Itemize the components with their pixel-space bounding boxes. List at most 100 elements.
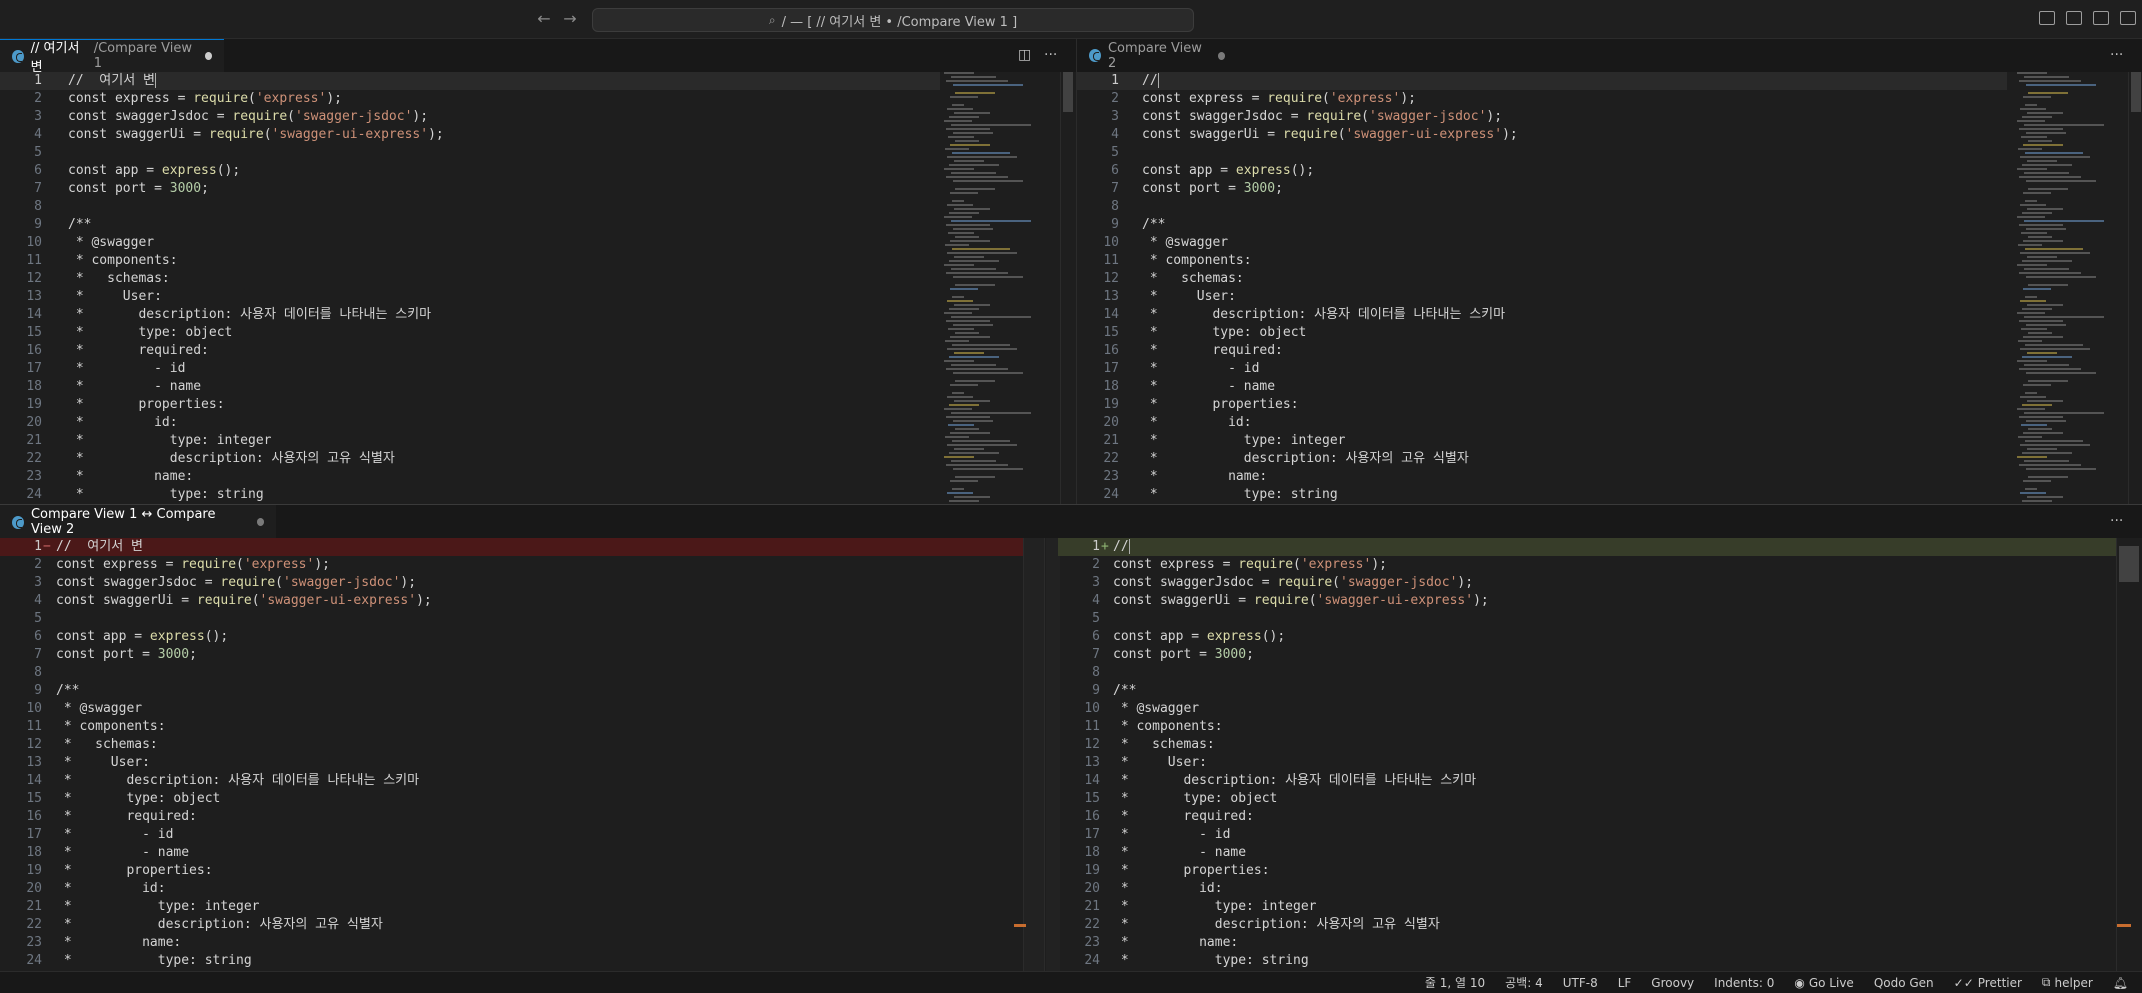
code-line[interactable]: 13 * User: bbox=[1077, 288, 2007, 306]
code-line[interactable]: 16 * required: bbox=[0, 342, 940, 360]
code-line[interactable]: 9 /** bbox=[1058, 682, 2118, 700]
code-line[interactable]: 13 * User: bbox=[1058, 754, 2118, 772]
code-line[interactable]: 7 const port = 3000; bbox=[1058, 646, 2118, 664]
code-editor[interactable]: 1 // 2 const express = require('express'); 3… bbox=[1077, 72, 2007, 504]
code-line[interactable]: 8 bbox=[0, 664, 1023, 682]
more-actions-icon[interactable]: ··· bbox=[2110, 513, 2123, 529]
code-line[interactable]: 10 * @swagger bbox=[1077, 234, 2007, 252]
code-line[interactable]: 21 * type: integer bbox=[0, 898, 1023, 916]
code-line[interactable]: 1 + // bbox=[1058, 538, 2118, 556]
code-line[interactable]: 16 * required: bbox=[1077, 342, 2007, 360]
code-line[interactable]: 11 * components: bbox=[1077, 252, 2007, 270]
code-line[interactable]: 16 * required: bbox=[1058, 808, 2118, 826]
code-line[interactable]: 16 * required: bbox=[0, 808, 1023, 826]
code-line[interactable]: 24 * type: string bbox=[1077, 486, 2007, 504]
code-line[interactable]: 1 // bbox=[1077, 72, 2007, 90]
language-mode[interactable]: Groovy bbox=[1651, 976, 1694, 990]
code-line[interactable]: 15 * type: object bbox=[1077, 324, 2007, 342]
code-line[interactable]: 23 * name: bbox=[1058, 934, 2118, 952]
code-line[interactable]: 3 const swaggerJsdoc = require('swagger-j… bbox=[0, 574, 1023, 592]
more-actions-icon[interactable]: ··· bbox=[2110, 47, 2123, 63]
code-line[interactable]: 21 * type: integer bbox=[1058, 898, 2118, 916]
minimap[interactable] bbox=[2017, 72, 2129, 504]
code-line[interactable]: 7 const port = 3000; bbox=[0, 180, 940, 198]
code-line[interactable]: 14 * description: 사용자 데이터를 나타내는 스키마 bbox=[1058, 772, 2118, 790]
end-of-line[interactable]: LF bbox=[1618, 976, 1632, 990]
command-center[interactable]: ⌕ / — [ // 여기서 변 • /Compare View 1 ] bbox=[592, 8, 1194, 32]
scrollbar-thumb[interactable] bbox=[2131, 72, 2141, 112]
code-line[interactable]: 18 * - name bbox=[0, 378, 940, 396]
code-line[interactable]: 11 * components: bbox=[1058, 718, 2118, 736]
code-line[interactable]: 5 bbox=[1077, 144, 2007, 162]
code-line[interactable]: 20 * id: bbox=[0, 880, 1023, 898]
code-line[interactable]: 10 * @swagger bbox=[1058, 700, 2118, 718]
code-line[interactable]: 19 * properties: bbox=[1077, 396, 2007, 414]
code-line[interactable]: 6 const app = express(); bbox=[0, 628, 1023, 646]
code-line[interactable]: 4 const swaggerUi = require('swagger-ui-e… bbox=[0, 592, 1023, 610]
code-line[interactable]: 15 * type: object bbox=[1058, 790, 2118, 808]
code-line[interactable]: 15 * type: object bbox=[0, 790, 1023, 808]
diff-modified-editor[interactable]: 1 + // 2 const express = require('express');… bbox=[1058, 538, 2118, 970]
code-line[interactable]: 7 const port = 3000; bbox=[1077, 180, 2007, 198]
back-arrow-icon[interactable]: ← bbox=[534, 9, 554, 29]
code-line[interactable]: 19 * properties: bbox=[1058, 862, 2118, 880]
qodo-gen-button[interactable]: Qodo Gen bbox=[1874, 976, 1934, 990]
unsaved-dot-icon[interactable] bbox=[1217, 51, 1225, 60]
code-line[interactable]: 9 /** bbox=[0, 682, 1023, 700]
code-line[interactable]: 22 * description: 사용자의 고유 식별자 bbox=[0, 450, 940, 468]
code-line[interactable]: 17 * - id bbox=[0, 826, 1023, 844]
code-line[interactable]: 11 * components: bbox=[0, 718, 1023, 736]
forward-arrow-icon[interactable]: → bbox=[560, 9, 580, 29]
code-line[interactable]: 20 * id: bbox=[1058, 880, 2118, 898]
unsaved-dot-icon[interactable] bbox=[204, 52, 212, 60]
toggle-primary-sidebar-icon[interactable] bbox=[2039, 11, 2055, 25]
code-line[interactable]: 22 * description: 사용자의 고유 식별자 bbox=[1058, 916, 2118, 934]
split-editor-icon[interactable]: ◫ bbox=[1018, 47, 1031, 63]
code-line[interactable]: 7 const port = 3000; bbox=[0, 646, 1023, 664]
code-line[interactable]: 12 * schemas: bbox=[1077, 270, 2007, 288]
code-line[interactable]: 8 bbox=[1077, 198, 2007, 216]
code-line[interactable]: 14 * description: 사용자 데이터를 나타내는 스키마 bbox=[1077, 306, 2007, 324]
code-line[interactable]: 5 bbox=[1058, 610, 2118, 628]
toggle-secondary-sidebar-icon[interactable] bbox=[2093, 11, 2109, 25]
bell-icon[interactable]: 🔔︎ bbox=[2113, 976, 2132, 990]
code-line[interactable]: 12 * schemas: bbox=[1058, 736, 2118, 754]
code-line[interactable]: 13 * User: bbox=[0, 288, 940, 306]
code-line[interactable]: 19 * properties: bbox=[0, 396, 940, 414]
code-line[interactable]: 22 * description: 사용자의 고유 식별자 bbox=[0, 916, 1023, 934]
code-line[interactable]: 15 * type: object bbox=[0, 324, 940, 342]
code-line[interactable]: 4 const swaggerUi = require('swagger-ui-e… bbox=[1058, 592, 2118, 610]
code-line[interactable]: 8 bbox=[0, 198, 940, 216]
encoding[interactable]: UTF-8 bbox=[1563, 976, 1598, 990]
more-actions-icon[interactable]: ··· bbox=[1044, 47, 1057, 63]
code-line[interactable]: 18 * - name bbox=[0, 844, 1023, 862]
unsaved-dot-icon[interactable] bbox=[256, 518, 265, 526]
code-line[interactable]: 23 * name: bbox=[0, 468, 940, 486]
tab-compare-view-2[interactable]: Compare View 2 bbox=[1077, 39, 1237, 72]
code-line[interactable]: 9 /** bbox=[1077, 216, 2007, 234]
scrollbar-thumb[interactable] bbox=[2119, 546, 2139, 582]
indents-count[interactable]: Indents: 0 bbox=[1714, 976, 1774, 990]
code-line[interactable]: 19 * properties: bbox=[0, 862, 1023, 880]
code-line[interactable]: 2 const express = require('express'); bbox=[1058, 556, 2118, 574]
cursor-position[interactable]: 줄 1, 열 10 bbox=[1425, 974, 1485, 991]
tab-diff[interactable]: Compare View 1 ↔ Compare View 2 bbox=[0, 505, 276, 538]
code-line[interactable]: 12 * schemas: bbox=[0, 270, 940, 288]
go-live-button[interactable]: ◉ Go Live bbox=[1794, 976, 1853, 990]
code-line[interactable]: 17 * - id bbox=[0, 360, 940, 378]
code-line[interactable]: 6 const app = express(); bbox=[1058, 628, 2118, 646]
code-line[interactable]: 3 const swaggerJsdoc = require('swagger-j… bbox=[1077, 108, 2007, 126]
code-line[interactable]: 4 const swaggerUi = require('swagger-ui-e… bbox=[0, 126, 940, 144]
code-line[interactable]: 18 * - name bbox=[1058, 844, 2118, 862]
code-line[interactable]: 20 * id: bbox=[1077, 414, 2007, 432]
code-line[interactable]: 11 * components: bbox=[0, 252, 940, 270]
code-line[interactable]: 10 * @swagger bbox=[0, 700, 1023, 718]
prettier-button[interactable]: ✓✓ Prettier bbox=[1954, 976, 2022, 990]
code-line[interactable]: 23 * name: bbox=[1077, 468, 2007, 486]
code-line[interactable]: 22 * description: 사용자의 고유 식별자 bbox=[1077, 450, 2007, 468]
code-line[interactable]: 2 const express = require('express'); bbox=[1077, 90, 2007, 108]
code-line[interactable]: 17 * - id bbox=[1058, 826, 2118, 844]
code-line[interactable]: 14 * description: 사용자 데이터를 나타내는 스키마 bbox=[0, 306, 940, 324]
vertical-scrollbar[interactable] bbox=[1060, 72, 1074, 504]
code-line[interactable]: 21 * type: integer bbox=[1077, 432, 2007, 450]
